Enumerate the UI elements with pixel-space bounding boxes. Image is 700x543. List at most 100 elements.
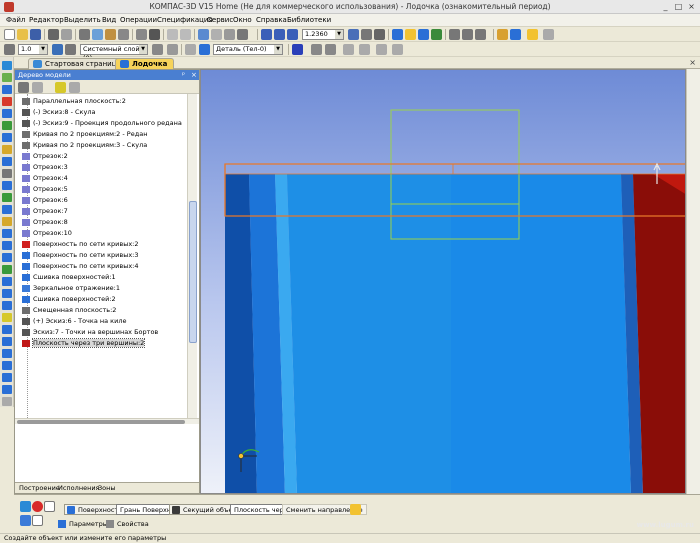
close-button[interactable]: × (686, 2, 697, 12)
layer-manager-icon[interactable] (167, 44, 178, 55)
manager-icon[interactable] (198, 29, 209, 40)
menu-file[interactable]: Файл (6, 16, 25, 24)
geometry-icon[interactable] (2, 61, 12, 70)
loft-icon[interactable] (2, 301, 12, 310)
paste-icon[interactable] (105, 29, 116, 40)
trim-icon[interactable] (2, 349, 12, 358)
viewport-scrollbar[interactable] (686, 69, 700, 494)
tree-item[interactable]: Параллельная плоскость:2 (22, 96, 126, 107)
tree-item[interactable]: Отрезок:5 (22, 184, 68, 195)
tab-start-page[interactable]: Стартовая страница (28, 58, 128, 69)
redo-icon[interactable] (180, 29, 191, 40)
menu-select[interactable]: Выделить (64, 16, 101, 24)
reports-icon[interactable] (2, 181, 12, 190)
section-icon[interactable] (343, 44, 354, 55)
copy-icon[interactable] (92, 29, 103, 40)
wireframe-icon[interactable] (431, 29, 442, 40)
menu-libraries[interactable]: Библиотеки (287, 16, 331, 24)
tree-item[interactable]: Сшивка поверхностей:2 (22, 294, 116, 305)
tree-item[interactable]: Эскиз:7 - Точки на вершинах Бортов (22, 327, 158, 338)
tree-item[interactable]: Отрезок:8 (22, 217, 68, 228)
tab-versions[interactable]: Исполнения (58, 484, 99, 492)
properties-icon[interactable] (136, 29, 147, 40)
tree-item[interactable]: Сшивка поверхностей:1 (22, 272, 116, 283)
menu-spec[interactable]: Спецификация (157, 16, 213, 24)
tool-icon[interactable] (2, 241, 12, 250)
menu-help[interactable]: Справка (256, 16, 287, 24)
surfaces-icon[interactable] (2, 109, 12, 118)
rotate-icon[interactable] (348, 29, 359, 40)
tree-hscrollbar[interactable] (15, 418, 199, 424)
tree-item[interactable]: Отрезок:6 (22, 195, 68, 206)
tree-item[interactable]: Поверхность по сети кривых:2 (22, 239, 139, 250)
hidden-lines-icon[interactable] (311, 44, 322, 55)
grid-icon[interactable] (52, 44, 63, 55)
tab-parameters[interactable]: Параметры (58, 520, 108, 528)
tree-item[interactable]: Смещенная плоскость:2 (22, 305, 116, 316)
print-icon[interactable] (48, 29, 59, 40)
stop-icon[interactable] (32, 501, 43, 512)
help-icon[interactable] (237, 29, 248, 40)
create-object-icon[interactable] (20, 501, 31, 512)
zoom-in-icon[interactable] (274, 29, 285, 40)
preview-icon[interactable] (61, 29, 72, 40)
tree-filter-icon[interactable] (55, 82, 66, 93)
table-icon[interactable] (149, 29, 160, 40)
snap-icon[interactable] (462, 29, 473, 40)
variables-icon[interactable] (211, 29, 222, 40)
tree-scrollbar[interactable] (187, 94, 197, 420)
part-state-icon[interactable] (199, 44, 210, 55)
tree-item[interactable]: (-) Эскиз:8 - Скула (22, 107, 95, 118)
tab-zones[interactable]: Зоны (98, 484, 116, 492)
direction-toggle-icon[interactable] (350, 504, 361, 515)
filters-icon[interactable] (2, 145, 12, 154)
tangent-icon[interactable] (325, 44, 336, 55)
folder-icon[interactable] (497, 29, 508, 40)
measurements-icon[interactable] (2, 133, 12, 142)
minimize-button[interactable]: _ (660, 2, 671, 12)
format-icon[interactable] (118, 29, 129, 40)
spatial-curves-icon[interactable] (2, 97, 12, 106)
sweep-icon[interactable] (2, 325, 12, 334)
tree-item[interactable]: (+) Эскиз:6 - Точка на киле (22, 316, 126, 327)
edit-icon[interactable] (2, 73, 12, 82)
cut-plane-icon[interactable] (2, 253, 12, 262)
arrays-icon[interactable] (2, 85, 12, 94)
coord-icon[interactable] (185, 44, 196, 55)
tree-expand-icon[interactable] (69, 82, 80, 93)
extend-icon[interactable] (2, 361, 12, 370)
menu-view[interactable]: Вид (102, 16, 116, 24)
tree-item[interactable]: Зеркальное отражение:1 (22, 283, 120, 294)
filter-icon[interactable] (449, 29, 460, 40)
zoom-out-icon[interactable] (287, 29, 298, 40)
tab-lodochka[interactable]: Лодочка (115, 58, 175, 69)
active-tool-icon[interactable] (2, 313, 12, 322)
layer-icon[interactable] (65, 44, 76, 55)
line-style-icon[interactable] (4, 44, 15, 55)
auto-create-icon[interactable] (20, 515, 31, 526)
perspective-icon[interactable] (418, 29, 429, 40)
offset-icon[interactable] (2, 265, 12, 274)
aux-geometry-icon[interactable] (2, 121, 12, 130)
tree-item[interactable]: Отрезок:7 (22, 206, 68, 217)
cut-icon[interactable] (79, 29, 90, 40)
appearance-icon[interactable] (292, 44, 303, 55)
new-document-icon[interactable] (4, 29, 15, 40)
open-icon[interactable] (17, 29, 28, 40)
orientation-icon[interactable] (374, 29, 385, 40)
tree-item[interactable]: (-) Эскиз:9 - Проекция продольного редан… (22, 118, 182, 129)
part-icon[interactable] (510, 29, 521, 40)
layer-combo[interactable]: Системный слой (0)▼ (80, 44, 148, 62)
tree-item[interactable]: Поверхность по сети кривых:3 (22, 250, 139, 261)
tree-item[interactable]: Кривая по 2 проекциям:3 - Скула (22, 140, 147, 151)
check-icon[interactable] (376, 44, 387, 55)
diagnostics-icon[interactable] (392, 44, 403, 55)
save-icon[interactable] (30, 29, 41, 40)
tree-item[interactable]: Поверхность по сети кривых:4 (22, 261, 139, 272)
more-tools-icon[interactable] (2, 397, 12, 406)
tree-item[interactable]: Отрезок:3 (22, 162, 68, 173)
shape-icon[interactable] (2, 205, 12, 214)
tree-item[interactable]: Отрезок:2 (22, 151, 68, 162)
designations-icon[interactable] (2, 193, 12, 202)
tree-item[interactable]: Отрезок:10 (22, 228, 72, 239)
